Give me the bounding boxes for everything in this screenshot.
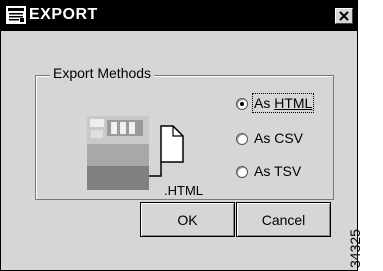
as-tsv-radio[interactable] <box>236 166 248 178</box>
as-html-label: As HTML <box>251 93 315 113</box>
as-tsv-label: As TSV <box>254 163 302 179</box>
as-csv-label: As CSV <box>254 130 304 146</box>
close-icon <box>339 11 349 21</box>
window-title: EXPORT <box>29 6 98 23</box>
export-dialog: EXPORT Export Methods .HTML As HTML As C… <box>0 0 358 271</box>
cancel-button[interactable]: Cancel <box>236 202 331 237</box>
ok-button[interactable]: OK <box>140 202 235 237</box>
as-csv-radio[interactable] <box>236 133 248 145</box>
figure-id: 34325 <box>347 229 363 268</box>
export-icon <box>6 6 26 24</box>
title-bar[interactable]: EXPORT <box>1 1 357 31</box>
html-file-label: .HTML <box>164 183 203 198</box>
close-button[interactable] <box>335 8 353 24</box>
as-html-radio[interactable] <box>236 98 248 110</box>
export-methods-legend: Export Methods <box>50 65 155 81</box>
